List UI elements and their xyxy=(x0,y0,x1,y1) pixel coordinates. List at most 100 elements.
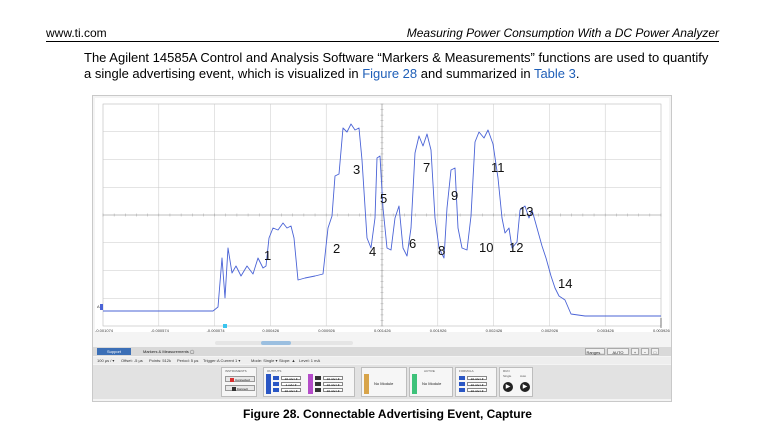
x-tick-label: -0.000574 xyxy=(150,328,169,333)
x-tick-label: 0.000926 xyxy=(318,328,335,333)
instrument-panel: INSTRUMENTS Connected Connect OUTPUTS 10… xyxy=(93,365,671,399)
no-module-3: No Module xyxy=(374,381,394,386)
output-scale-4[interactable]: 10 mV / ▾ xyxy=(323,376,343,381)
outputs-panel: OUTPUTS 10 mV / ▾ 1 mA / ▾ 10 mV / ▾ 10 … xyxy=(263,367,355,397)
formula-scale-2[interactable]: 10 mV / ▾ xyxy=(467,382,487,387)
i2-chip xyxy=(315,382,321,386)
connect-button[interactable]: Connect xyxy=(225,385,255,392)
v2-chip xyxy=(315,376,321,380)
figure-28-link[interactable]: Figure 28 xyxy=(362,66,417,81)
segment-label-7: 7 xyxy=(423,160,430,175)
segment-label-3: 3 xyxy=(353,162,360,177)
x-tick-label: 0.003926 xyxy=(653,328,670,333)
outputs-title: OUTPUTS xyxy=(267,369,282,373)
x-tick-label: -0.000074 xyxy=(206,328,225,333)
formula-scale-1[interactable]: 10 mV / ▾ xyxy=(467,376,487,381)
channel-2-strip xyxy=(308,374,313,394)
document-title: Measuring Power Consumption With a DC Po… xyxy=(406,26,719,40)
p1-chip xyxy=(273,388,279,392)
zoom-in-icon[interactable]: + xyxy=(631,348,639,355)
connected-label: Connected xyxy=(235,378,250,382)
f3-chip xyxy=(459,388,465,392)
auto-run-button[interactable]: ▶ xyxy=(520,382,530,392)
timebase-row: 100 µs / ▾ Offset: -5 µs Points: 512k Pe… xyxy=(93,357,671,364)
paragraph-text-2: and summarized in xyxy=(417,66,534,81)
segment-label-9: 9 xyxy=(451,188,458,203)
channel-3-strip xyxy=(364,374,369,394)
single-run-button[interactable]: ▶ xyxy=(503,382,513,392)
mode-select[interactable]: Mode: Single ▾ xyxy=(251,357,277,364)
scope-plot[interactable]: A 1 2 3 4 5 6 7 8 9 10 11 12 13 14 xyxy=(95,98,669,332)
output-scale-1[interactable]: 10 mV / ▾ xyxy=(281,376,301,381)
time-scrollbar[interactable] xyxy=(215,341,353,345)
segment-label-6: 6 xyxy=(409,236,416,251)
segment-label-1: 1 xyxy=(264,248,271,263)
p2-chip xyxy=(315,388,321,392)
timebase-select[interactable]: 100 µs / ▾ xyxy=(97,357,114,364)
connect-indicator-icon xyxy=(231,387,236,392)
x-tick-label: 0.000426 xyxy=(262,328,280,333)
x-tick-label: 0.001426 xyxy=(374,328,391,333)
no-module-4: No Module xyxy=(422,381,442,386)
autoscale-button[interactable]: AUTO SCALE xyxy=(607,348,629,362)
output-scale-5[interactable]: 10 mV / ▾ xyxy=(323,382,343,387)
segment-label-12: 12 xyxy=(509,240,523,255)
x-tick-label: 0.002926 xyxy=(541,328,559,333)
segment-label-8: 8 xyxy=(438,243,445,258)
scrollbar-thumb[interactable] xyxy=(261,341,291,345)
figure-caption: Figure 28. Connectable Advertising Event… xyxy=(243,407,532,421)
scope-trace-svg: A1 234567891011121314 xyxy=(97,103,662,328)
period-field[interactable]: Period: 5 µs xyxy=(177,357,198,364)
run-title: RUN xyxy=(503,369,510,373)
channel-4-strip xyxy=(412,374,417,394)
level-field[interactable]: Level: 1 mA xyxy=(299,357,320,364)
segment-label-10: 10 xyxy=(479,240,493,255)
marker-a-handle[interactable] xyxy=(100,304,103,310)
table-3-link[interactable]: Table 3 xyxy=(534,66,576,81)
connect-label: Connect xyxy=(236,387,249,391)
x-tick-label: -0.001074 xyxy=(95,328,114,333)
segment-label-5: 5 xyxy=(380,191,387,206)
trigger-source-select[interactable]: A Current 1 ▾ xyxy=(217,357,240,364)
x-tick-label: 0.003426 xyxy=(597,328,614,333)
expand-icon: ◯ xyxy=(189,349,195,354)
ranges-button[interactable]: Ranges... xyxy=(585,348,605,355)
auto-label: Auto xyxy=(520,374,527,378)
x-tick-label: 0.001926 xyxy=(429,328,447,333)
control-toolbar: Support Markers & Measurements ◯ Ranges.… xyxy=(93,347,671,362)
segment-label-2: 2 xyxy=(333,241,340,256)
software-screenshot: A 1 2 3 4 5 6 7 8 9 10 11 12 13 14 -0.001074 -0.000574-… xyxy=(92,95,672,402)
offset-field[interactable]: Offset: -5 µs xyxy=(121,357,143,364)
zoom-out-icon[interactable]: − xyxy=(641,348,649,355)
slope-select[interactable]: Slope: ▲ xyxy=(279,357,295,364)
points-field[interactable]: Points: 512k xyxy=(149,357,171,364)
segment-label-4: 4 xyxy=(369,244,376,259)
trigger-label: Trigger: xyxy=(203,358,217,363)
x-tick-label: 0.002426 xyxy=(485,328,503,333)
i1-chip xyxy=(273,382,279,386)
module-3-panel: No Module xyxy=(361,367,407,397)
instruments-panel: INSTRUMENTS Connected Connect xyxy=(221,367,257,397)
output-scale-6[interactable]: 10 mV / ▾ xyxy=(323,388,343,393)
module-4-panel: ACTIVE No Module xyxy=(409,367,453,397)
header-rule xyxy=(46,41,719,42)
zoom-box-icon[interactable]: □ xyxy=(651,348,659,355)
connected-button[interactable]: Connected xyxy=(225,376,255,383)
formula-scale-3[interactable]: 10 mV / ▾ xyxy=(467,388,487,393)
f2-chip xyxy=(459,382,465,386)
output-scale-3[interactable]: 10 mV / ▾ xyxy=(281,388,301,393)
marker-a-label[interactable]: A xyxy=(97,304,100,309)
instruments-title: INSTRUMENTS xyxy=(225,369,247,373)
tab-markers-label: Markers & Measurements xyxy=(143,349,189,354)
tab-support[interactable]: Support xyxy=(97,348,131,355)
paragraph-text-3: . xyxy=(575,66,580,81)
run-panel: RUN Single Auto ▶ ▶ xyxy=(499,367,533,397)
segment-label-11: 11 xyxy=(491,160,505,175)
v1-chip xyxy=(273,376,279,380)
single-label: Single xyxy=(503,374,512,378)
segment-label-13: 13 xyxy=(519,204,533,219)
f1-chip xyxy=(459,376,465,380)
site-url[interactable]: www.ti.com xyxy=(46,26,107,40)
tab-markers-measurements[interactable]: Markers & Measurements ◯ xyxy=(143,348,194,355)
output-scale-2[interactable]: 1 mA / ▾ xyxy=(281,382,301,387)
